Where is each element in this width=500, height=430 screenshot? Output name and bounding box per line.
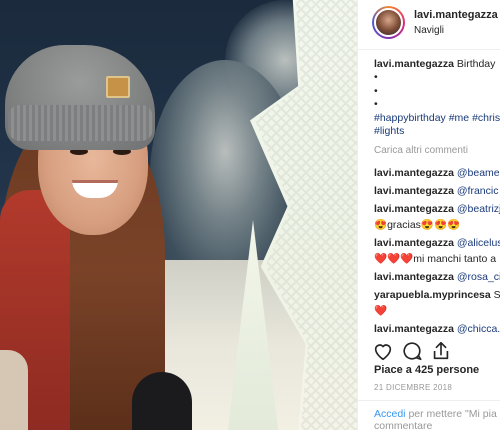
comment-icon[interactable] [401, 340, 423, 362]
caption-hashtags[interactable]: #happybirthday #me #chris [374, 112, 500, 125]
caption: lavi.mantegazza Birthday [374, 58, 500, 71]
login-link[interactable]: Accedi [374, 408, 406, 420]
comment-text: S [493, 288, 500, 301]
caption-hashtags[interactable]: #lights [374, 125, 500, 138]
comment-username[interactable]: lavi.mantegazza [374, 271, 454, 283]
comment-username[interactable]: lavi.mantegazza [374, 185, 454, 197]
load-more-comments[interactable]: Carica altri commenti [374, 144, 500, 157]
comment-text[interactable]: @rosa_ci [457, 271, 500, 283]
likes-count[interactable]: Piace a 425 persone [374, 364, 479, 376]
caption-bullet: • [374, 84, 378, 97]
beanie-logo-patch [106, 76, 130, 98]
heart-icon[interactable] [372, 340, 394, 362]
post-sidebar: lavi.mantegazza • Navigli lavi.mantegazz… [357, 0, 500, 430]
post-date: 21 DICEMBRE 2018 [374, 383, 453, 392]
comment-text[interactable]: @alicelus [457, 237, 500, 249]
comment-username[interactable]: lavi.mantegazza [374, 237, 454, 249]
comment: lavi.mantegazza @chicca. [374, 320, 500, 338]
comment-text[interactable]: @francic [457, 185, 499, 197]
login-prompt-line: Accedi per mettere "Mi pia [374, 408, 500, 420]
comment: yarapuebla.myprincesa S [374, 286, 500, 304]
location-link[interactable]: Navigli [414, 25, 444, 36]
comment: lavi.mantegazza @beatrizj [374, 200, 500, 218]
caption-username[interactable]: lavi.mantegazza [374, 58, 454, 70]
comment: lavi.mantegazza @beamel [374, 164, 500, 182]
comment-continuation: ❤️❤️❤️mi manchi tanto a [374, 252, 497, 265]
comment-username[interactable]: lavi.mantegazza [374, 167, 454, 179]
comment: lavi.mantegazza @alicelus [374, 234, 500, 252]
comment-text[interactable]: @beamel [457, 167, 500, 179]
share-icon[interactable] [430, 340, 452, 362]
action-bar [372, 340, 497, 364]
comment-username[interactable]: lavi.mantegazza [374, 203, 454, 215]
comment-text[interactable]: @chicca. [457, 323, 500, 335]
black-glove [132, 372, 192, 430]
header-username[interactable]: lavi.mantegazza • [414, 9, 500, 21]
login-prompt-text: per mettere "Mi pia [408, 408, 497, 420]
comment-username[interactable]: yarapuebla.myprincesa [374, 289, 491, 301]
avatar-photo [374, 8, 403, 37]
login-prompt: Accedi per mettere "Mi pia commentare [358, 400, 500, 430]
caption-bullet: • [374, 98, 378, 111]
caption-text: Birthday [456, 58, 496, 70]
beanie-cuff [8, 105, 153, 141]
comment-continuation: ❤️ [374, 304, 388, 317]
caption-bullet: • [374, 71, 378, 84]
comments-area: lavi.mantegazza Birthday • • • #happybir… [358, 58, 500, 338]
avatar[interactable] [372, 6, 405, 39]
comment-continuation: 😍gracias😍😍😍 [374, 218, 461, 231]
knee [0, 350, 28, 430]
comment-text[interactable]: @beatrizj [457, 203, 500, 215]
post-photo[interactable] [0, 0, 357, 430]
username-text[interactable]: lavi.mantegazza [414, 9, 498, 21]
comment: lavi.mantegazza @rosa_ci [374, 268, 500, 286]
login-prompt-text2: commentare [374, 420, 433, 430]
comment: lavi.mantegazza @francic [374, 182, 500, 200]
comment-username[interactable]: lavi.mantegazza [374, 323, 454, 335]
post-header: lavi.mantegazza • Navigli [358, 0, 500, 50]
